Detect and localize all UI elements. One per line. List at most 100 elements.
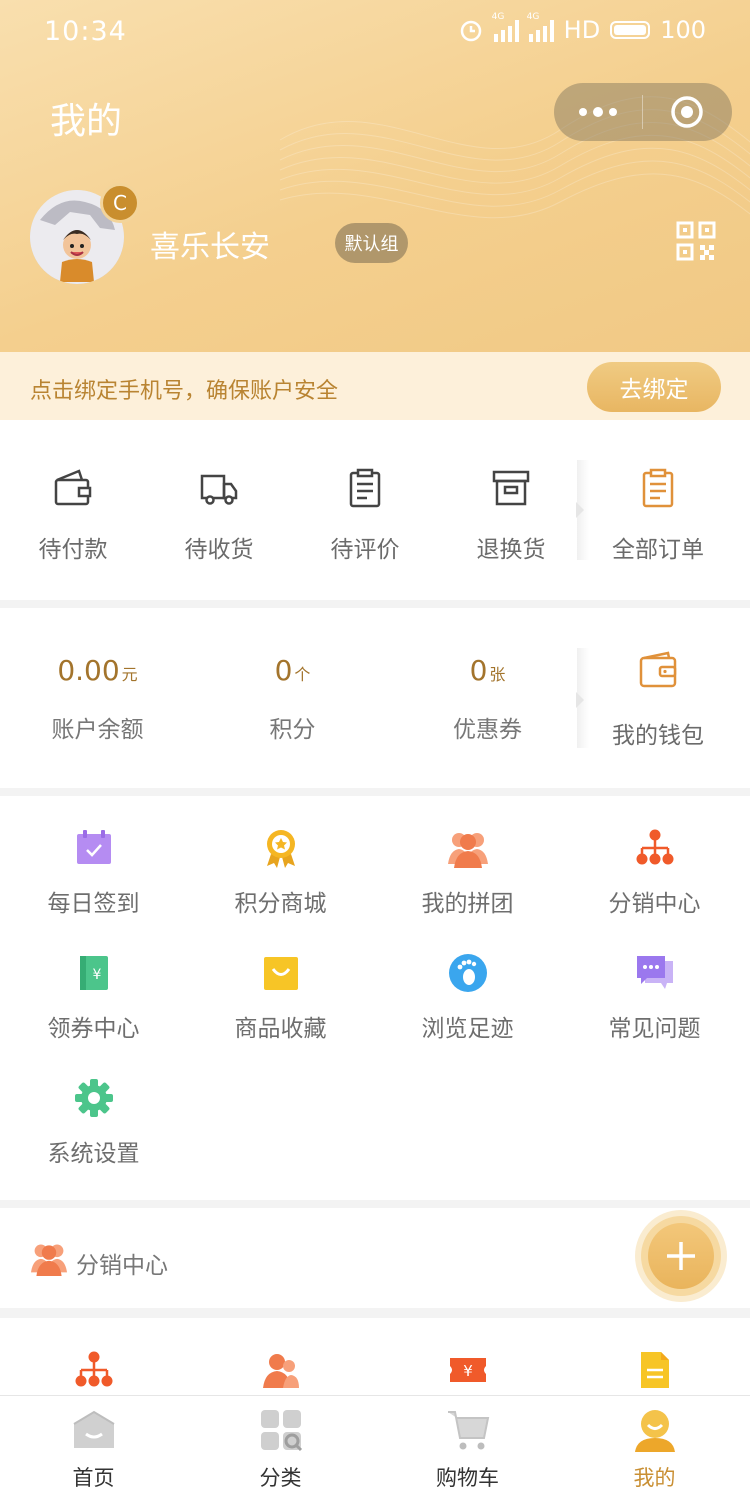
- gear-icon: [75, 1079, 113, 1117]
- battery-icon: [610, 21, 651, 39]
- tab-home[interactable]: 首页: [0, 1396, 187, 1501]
- hierarchy-icon: [636, 829, 674, 865]
- order-label: 退换货: [476, 537, 546, 563]
- divider-arrow: [576, 692, 584, 708]
- battery-level: 100: [660, 16, 706, 44]
- service-browse-history[interactable]: 浏览足迹: [374, 953, 561, 1063]
- service-label: 常见问题: [608, 1016, 701, 1042]
- tab-cart[interactable]: 购物车: [374, 1396, 561, 1501]
- order-all[interactable]: 全部订单: [585, 420, 731, 600]
- service-points-mall[interactable]: 积分商城: [187, 828, 374, 938]
- chat-icon: [637, 956, 673, 989]
- my-wallet[interactable]: 我的钱包: [585, 608, 731, 788]
- points-value: 0: [274, 654, 293, 687]
- shopping-bag-icon: [264, 957, 298, 990]
- service-label: 每日签到: [47, 891, 140, 917]
- qr-code-icon[interactable]: [676, 221, 716, 261]
- member-level-badge: C: [100, 183, 140, 223]
- wallet-points[interactable]: 0个 积分: [195, 608, 390, 788]
- tab-label: 我的: [633, 1466, 676, 1490]
- balance-unit: 元: [121, 665, 138, 684]
- floating-add-button[interactable]: [641, 1216, 721, 1296]
- medal-icon: [267, 830, 295, 868]
- home-icon: [73, 1410, 115, 1448]
- wallet-icon: [639, 651, 677, 688]
- order-section: 待付款 待收货 待评价 退换货 全部订单: [0, 420, 750, 600]
- service-label: 积分商城: [234, 891, 327, 917]
- wallet-label: 我的钱包: [612, 723, 704, 749]
- tab-mine[interactable]: 我的: [561, 1396, 748, 1501]
- order-list-icon: [642, 468, 674, 508]
- tab-label: 购物车: [436, 1466, 499, 1490]
- alarm-icon: [460, 20, 481, 42]
- profile-header: 10:34 4G 4G HD 100 我的 C 喜乐长安 默认组: [0, 0, 750, 352]
- order-label: 待评价: [330, 537, 400, 563]
- profile-icon: [635, 1410, 675, 1452]
- signal-icon: 4G: [492, 12, 519, 42]
- order-label: 全部订单: [612, 537, 704, 563]
- svg-text:¥: ¥: [463, 1362, 473, 1380]
- signal-icon: 4G: [527, 12, 554, 42]
- service-favorites[interactable]: 商品收藏: [187, 953, 374, 1063]
- service-group-buy[interactable]: 我的拼团: [374, 828, 561, 938]
- wallet-label: 积分: [269, 717, 316, 743]
- service-label: 我的拼团: [421, 891, 514, 917]
- service-label: 商品收藏: [234, 1016, 327, 1042]
- calendar-check-icon: [77, 830, 111, 864]
- service-distribution-center[interactable]: 分销中心: [561, 828, 748, 938]
- order-pending-payment[interactable]: 待付款: [0, 420, 146, 600]
- group-icon: [31, 1244, 67, 1276]
- status-time: 10:34: [44, 16, 127, 47]
- coupons-unit: 张: [489, 665, 506, 684]
- cart-icon: [448, 1411, 490, 1450]
- services-grid: 每日签到 积分商城 我的拼团 分销中心 ¥ 领券中心 商品收藏 浏览足迹 常见问…: [0, 796, 750, 1200]
- wallet-section: 0.00 元 账户余额 0个 积分 0张 优惠券 我的钱包: [0, 608, 750, 788]
- coupon-book-icon: ¥: [80, 956, 108, 990]
- service-daily-checkin[interactable]: 每日签到: [0, 828, 187, 938]
- bottom-tab-bar: 首页 分类 购物车 我的: [0, 1395, 750, 1501]
- service-faq[interactable]: 常见问题: [561, 953, 748, 1063]
- page-title: 我的: [50, 101, 123, 142]
- order-pending-receipt[interactable]: 待收货: [146, 420, 292, 600]
- distribution-icons-row: ¥: [0, 1318, 750, 1396]
- bind-phone-hint: 点击绑定手机号，确保账户安全: [30, 379, 339, 404]
- clipboard-icon: [349, 468, 381, 508]
- ticket-icon[interactable]: ¥: [448, 1350, 488, 1390]
- service-label: 浏览足迹: [421, 1016, 514, 1042]
- wallet-balance[interactable]: 0.00 元 账户余额: [0, 608, 195, 788]
- status-bar: 10:34 4G 4G HD 100: [0, 0, 750, 64]
- wallet-label: 优惠券: [453, 717, 522, 743]
- group-badge: 默认组: [335, 223, 408, 263]
- hierarchy-icon[interactable]: [74, 1350, 114, 1390]
- wallet-label: 账户余额: [51, 717, 144, 743]
- document-icon[interactable]: [635, 1350, 675, 1390]
- plus-icon: [667, 1242, 695, 1270]
- wallet-coupons[interactable]: 0张 优惠券: [390, 608, 585, 788]
- service-label: 领券中心: [47, 1016, 140, 1042]
- more-menu-button[interactable]: [554, 83, 642, 141]
- group-icon: [448, 833, 488, 868]
- tab-label: 分类: [259, 1466, 302, 1490]
- balance-value: 0.00: [57, 654, 120, 687]
- service-system-settings[interactable]: 系统设置: [0, 1078, 187, 1188]
- tab-category[interactable]: 分类: [187, 1396, 374, 1501]
- username: 喜乐长安: [150, 230, 270, 265]
- truck-icon: [200, 474, 238, 505]
- user-icon[interactable]: [261, 1350, 301, 1390]
- footprint-icon: [449, 954, 487, 992]
- order-pending-review[interactable]: 待评价: [292, 420, 438, 600]
- bind-phone-button[interactable]: 去绑定: [587, 362, 721, 412]
- service-coupon-center[interactable]: ¥ 领券中心: [0, 953, 187, 1063]
- order-return-exchange[interactable]: 退换货: [438, 420, 584, 600]
- points-unit: 个: [294, 665, 311, 684]
- distribution-section-header[interactable]: 分销中心: [0, 1208, 750, 1308]
- distribution-title: 分销中心: [76, 1253, 168, 1279]
- category-icon: [261, 1410, 303, 1452]
- service-label: 系统设置: [47, 1141, 140, 1167]
- svg-text:¥: ¥: [93, 967, 102, 983]
- order-label: 待付款: [38, 537, 108, 563]
- divider-arrow: [576, 502, 584, 518]
- miniprogram-capsule: [554, 83, 732, 141]
- box-icon: [492, 470, 530, 506]
- close-button[interactable]: [643, 83, 731, 141]
